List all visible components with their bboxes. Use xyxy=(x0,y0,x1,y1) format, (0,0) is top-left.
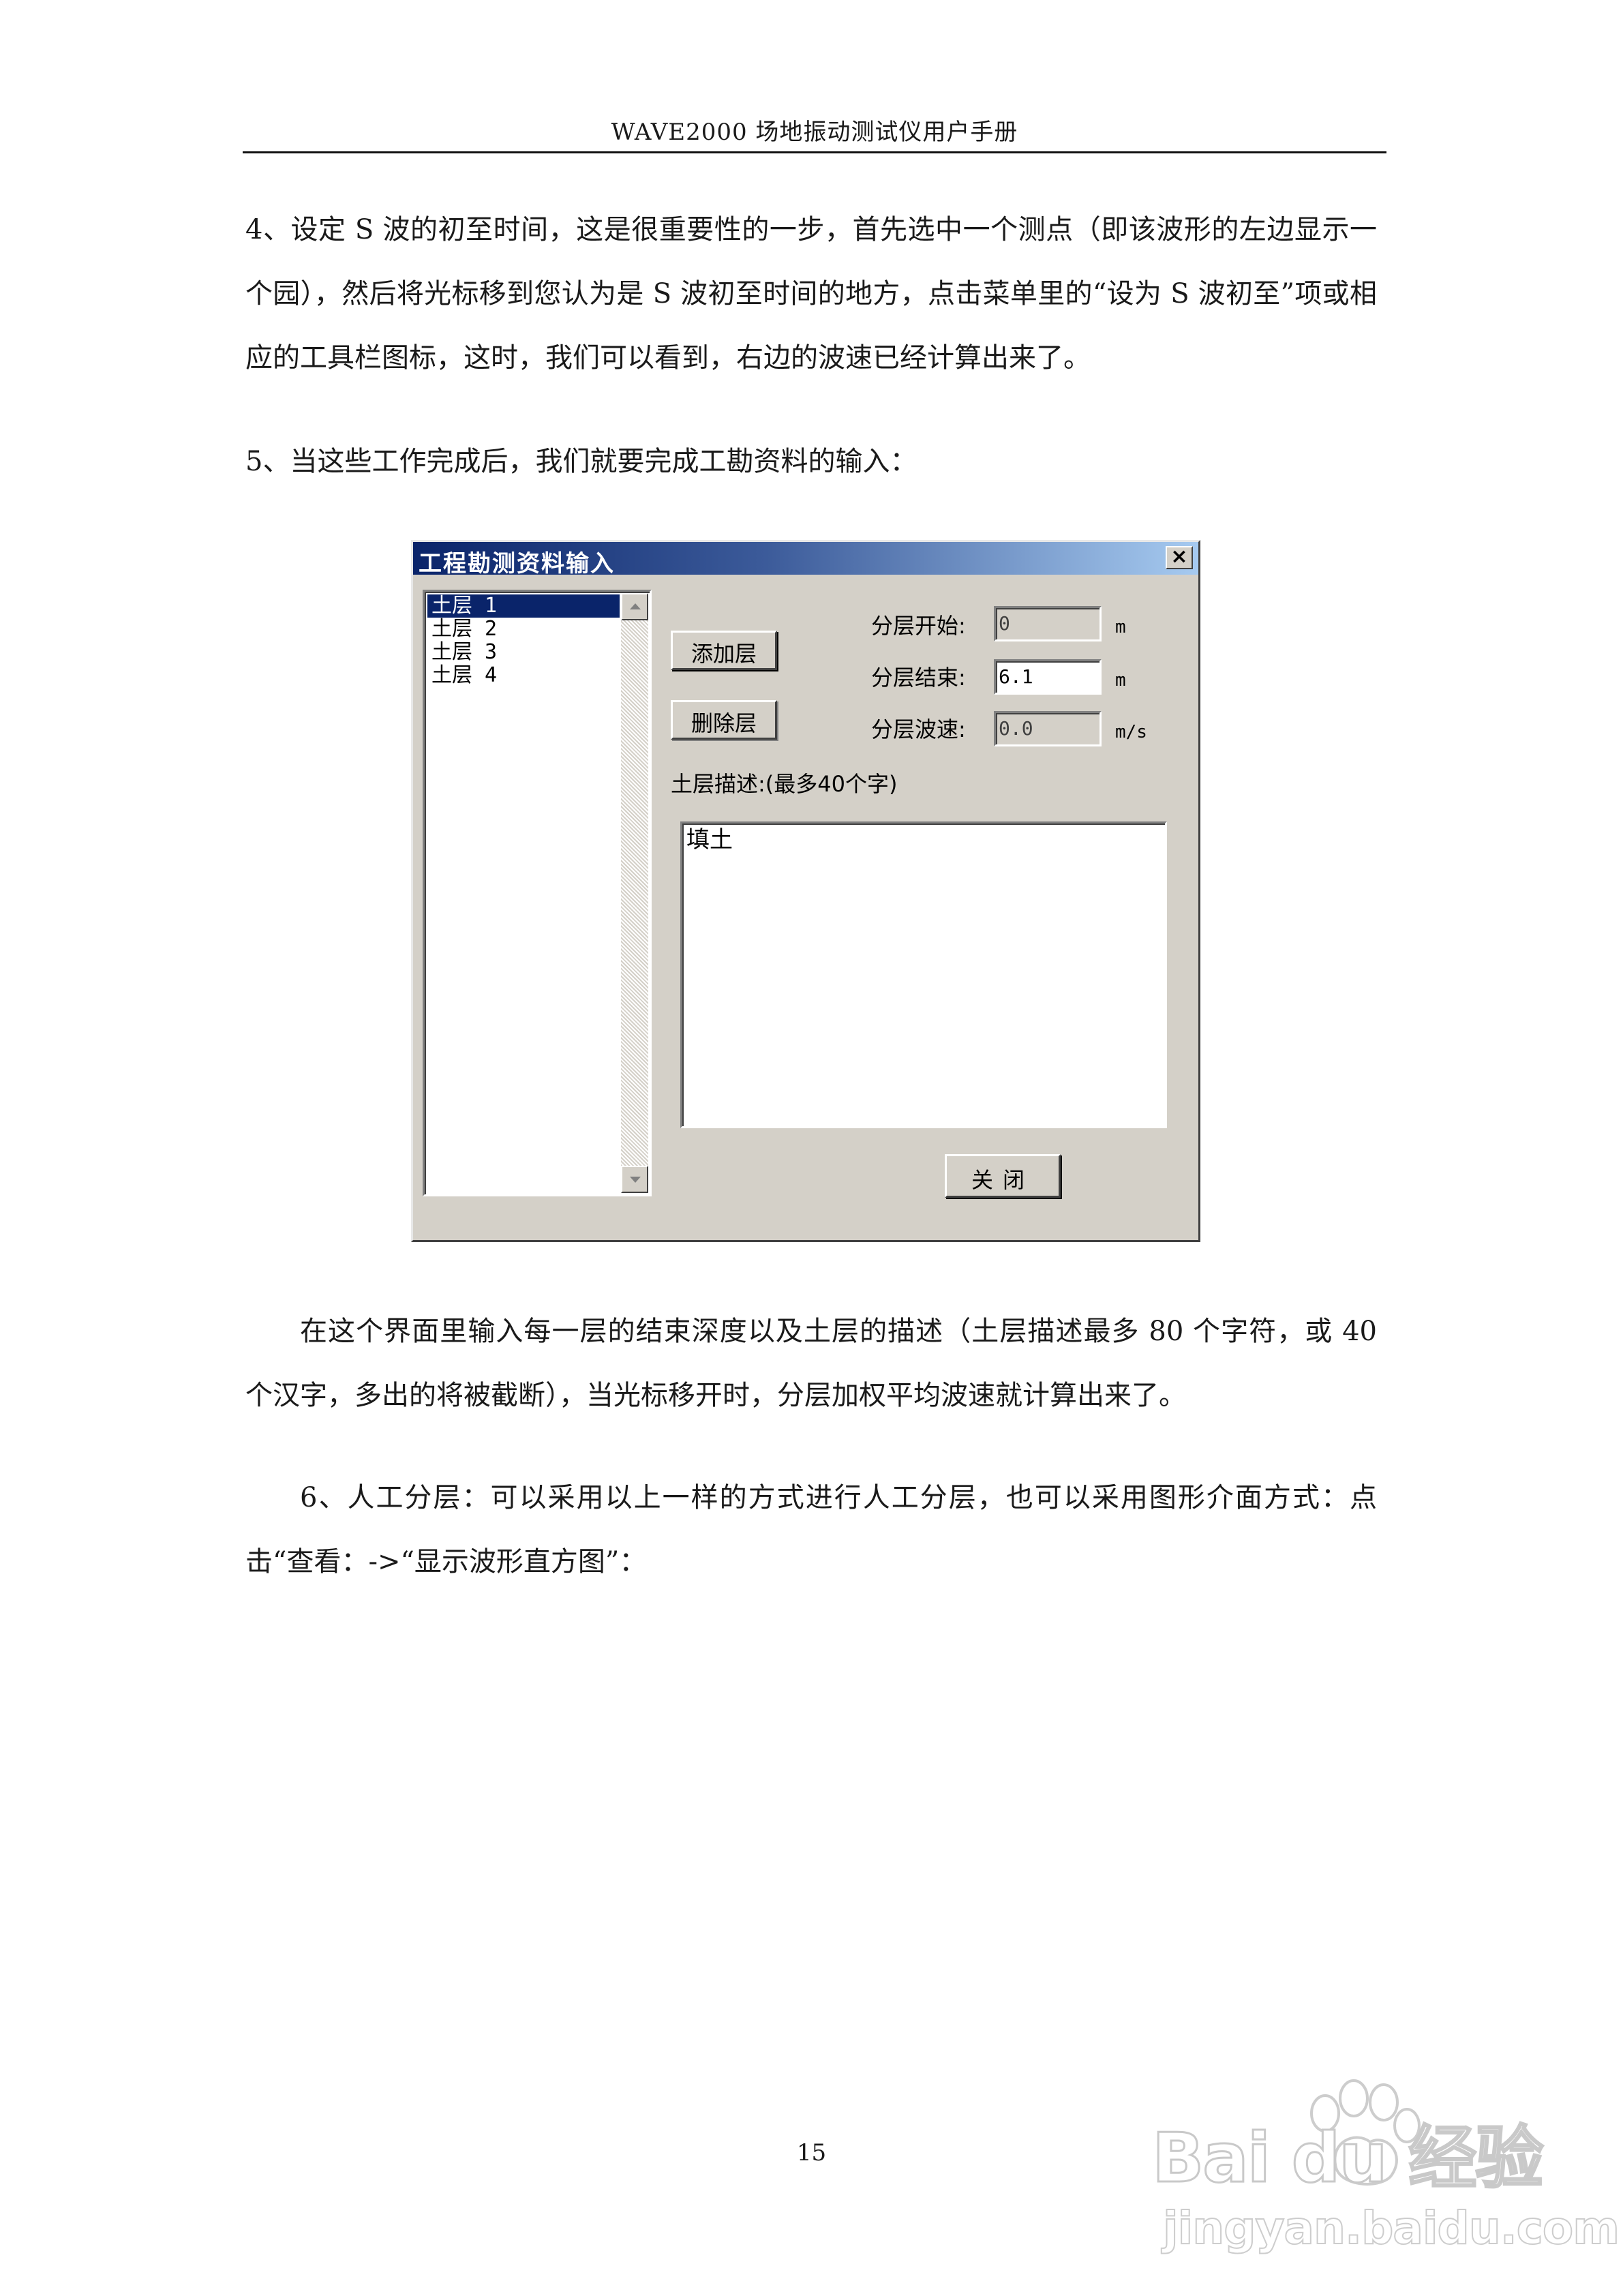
layer-end-field[interactable]: 6.1 xyxy=(994,659,1102,695)
paragraph-step-5: 5、当这些工作完成后，我们就要完成工勘资料的输入： xyxy=(245,446,917,477)
layer-list-item[interactable]: 土层 2 xyxy=(427,618,620,641)
layer-list-item[interactable]: 土层 3 xyxy=(427,641,620,664)
layer-description-textarea[interactable]: 填土 xyxy=(680,821,1167,1128)
dialog-close-button[interactable]: 关闭 xyxy=(945,1154,1061,1198)
delete-layer-button[interactable]: 删除层 xyxy=(671,700,777,740)
layer-list-item[interactable]: 土层 1 xyxy=(427,594,620,618)
scroll-down-icon xyxy=(630,1177,641,1183)
layer-end-label: 分层结束: xyxy=(871,665,966,691)
layer-velocity-label: 分层波速: xyxy=(871,716,966,742)
layer-end-unit: m xyxy=(1115,670,1126,691)
layer-list-scrollbar[interactable] xyxy=(621,593,648,1193)
close-icon[interactable]: × xyxy=(1166,546,1193,569)
layer-velocity-unit: m/s xyxy=(1115,722,1147,742)
layer-start-field: 0 xyxy=(994,606,1102,641)
dialog-titlebar: 工程勘测资料输入 × xyxy=(413,542,1198,577)
scroll-up-button[interactable] xyxy=(621,593,648,620)
page-header: WAVE2000 场地振动测试仪用户手册 xyxy=(611,119,1018,146)
watermark-logo-text: Bai du 经验 xyxy=(1151,2118,1544,2198)
layer-start-unit: m xyxy=(1115,617,1126,637)
layer-list-item[interactable]: 土层 4 xyxy=(427,664,620,687)
add-layer-button[interactable]: 添加层 xyxy=(671,631,777,670)
layer-list: 土层 1 土层 2 土层 3 土层 4 xyxy=(427,594,620,687)
layer-velocity-field: 0.0 xyxy=(994,711,1102,746)
paragraph-step-4: 4、设定 S 波的初至时间，这是很重要性的一步，首先选中一个测点（即该波形的左边… xyxy=(245,214,1377,374)
header-divider xyxy=(243,151,1386,153)
baidu-jingyan-watermark: Bai du 经验 jingyan.baidu.com xyxy=(1151,2066,1620,2270)
scroll-down-button[interactable] xyxy=(621,1166,648,1193)
layer-start-label: 分层开始: xyxy=(871,613,966,639)
layer-listbox[interactable]: 土层 1 土层 2 土层 3 土层 4 xyxy=(423,590,652,1196)
watermark-url: jingyan.baidu.com xyxy=(1162,2201,1620,2255)
dialog-title: 工程勘测资料输入 xyxy=(419,550,615,577)
paragraph-step-6: 6、人工分层：可以采用以上一样的方式进行人工分层，也可以采用图形介面方式：点击“… xyxy=(245,1482,1377,1577)
layer-description-label: 土层描述:(最多40个字) xyxy=(671,771,898,797)
paragraph-dialog-explanation: 在这个界面里输入每一层的结束深度以及土层的描述（土层描述最多 80 个字符，或 … xyxy=(245,1316,1377,1411)
scroll-up-icon xyxy=(630,603,641,609)
survey-data-dialog: 工程勘测资料输入 × 土层 1 土层 2 土层 3 土层 4 添加层 删除层 分层开始… xyxy=(411,540,1200,1242)
